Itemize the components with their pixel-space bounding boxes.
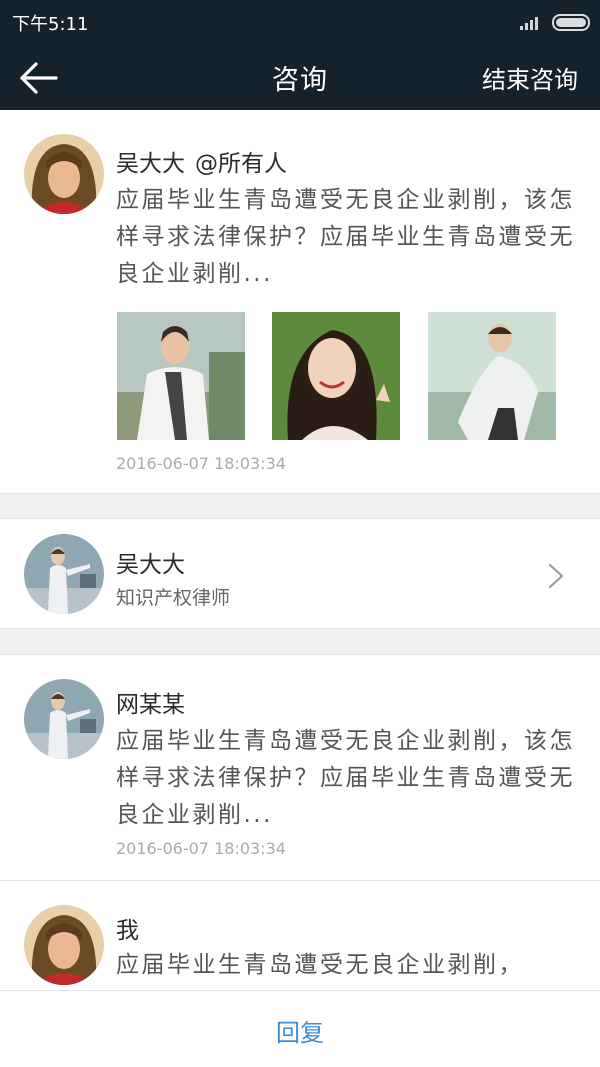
status-bar: 下午5:11 [0,0,600,44]
post-image-3[interactable] [428,312,556,440]
post-author: 吴大大 [116,151,185,177]
message-time: 2016-06-07 18:03:34 [116,839,286,858]
my-avatar[interactable] [24,905,104,985]
lawyer-avatar [24,534,104,614]
my-name: 我 [116,918,139,944]
nav-bar: 咨询 结束咨询 [0,44,600,110]
message-author: 网某某 [116,692,185,718]
message-avatar[interactable] [24,679,104,759]
battery-icon [552,14,590,31]
message-text: 应届毕业生青岛遭受无良企业剥削，该怎样寻求法律保护？应届毕业生青岛遭受无良企业剥… [116,728,575,828]
status-time: 下午5:11 [12,14,89,35]
post-image-1[interactable] [117,312,245,440]
post-image-2[interactable] [272,312,400,440]
chevron-right-icon [548,563,564,589]
lawyer-name: 吴大大 [116,552,185,578]
my-message-text: 应届毕业生青岛遭受无良企业剥削， [116,952,524,978]
post-card: 吴大大 @所有人 应届毕业生青岛遭受无良企业剥削，该怎样寻求法律保护？应届毕业生青… [0,110,600,494]
avatar[interactable] [24,134,104,214]
mention-all[interactable]: @所有人 [195,151,287,177]
footer-bar: 回复 [0,990,600,1067]
message-item-me: 我 应届毕业生青岛遭受无良企业剥削， [0,881,600,990]
signal-icon [520,14,542,30]
post-text: 应届毕业生青岛遭受无良企业剥削，该怎样寻求法律保护？应届毕业生青岛遭受无良企业剥… [116,187,575,287]
post-author-line: 吴大大 @所有人 [116,144,287,178]
post-time: 2016-06-07 18:03:34 [116,454,286,473]
lawyer-title: 知识产权律师 [116,587,231,609]
lawyer-card[interactable]: 吴大大 知识产权律师 [0,518,600,629]
end-consult-button[interactable]: 结束咨询 [482,60,578,95]
reply-button[interactable]: 回复 [0,1013,600,1048]
